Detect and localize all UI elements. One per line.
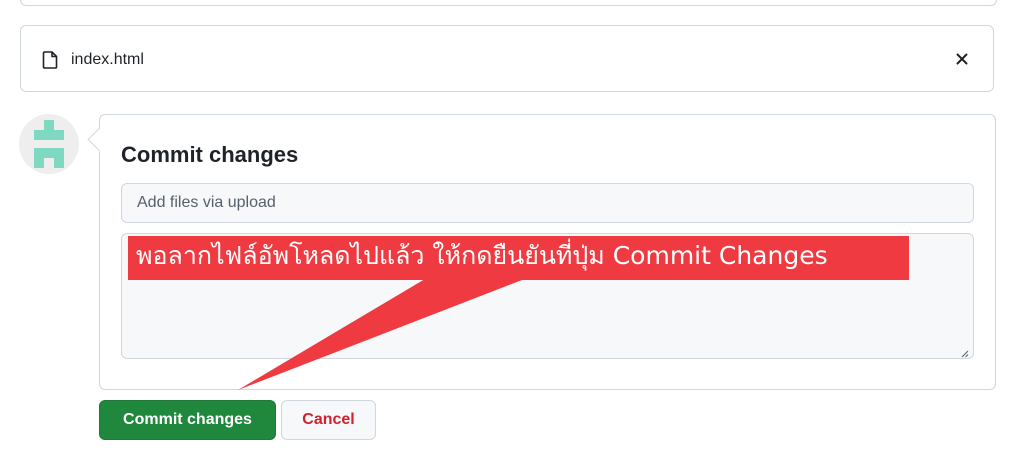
file-icon (42, 51, 58, 69)
annotation-banner: พอลากไฟล์อัพโหลดไปแล้ว ให้กดยืนยันที่ปุ่… (128, 236, 909, 280)
uploaded-file-row: index.html (20, 25, 994, 92)
avatar[interactable] (19, 114, 79, 174)
commit-changes-button[interactable]: Commit changes (99, 400, 276, 440)
commit-summary-input[interactable] (121, 183, 974, 223)
previous-file-row (20, 0, 997, 6)
resize-grip-icon[interactable] (961, 345, 969, 358)
close-icon[interactable] (951, 48, 973, 70)
cancel-button[interactable]: Cancel (281, 400, 376, 440)
identicon-icon (34, 120, 64, 168)
commit-form-title: Commit changes (121, 142, 299, 167)
file-name: index.html (71, 51, 144, 68)
